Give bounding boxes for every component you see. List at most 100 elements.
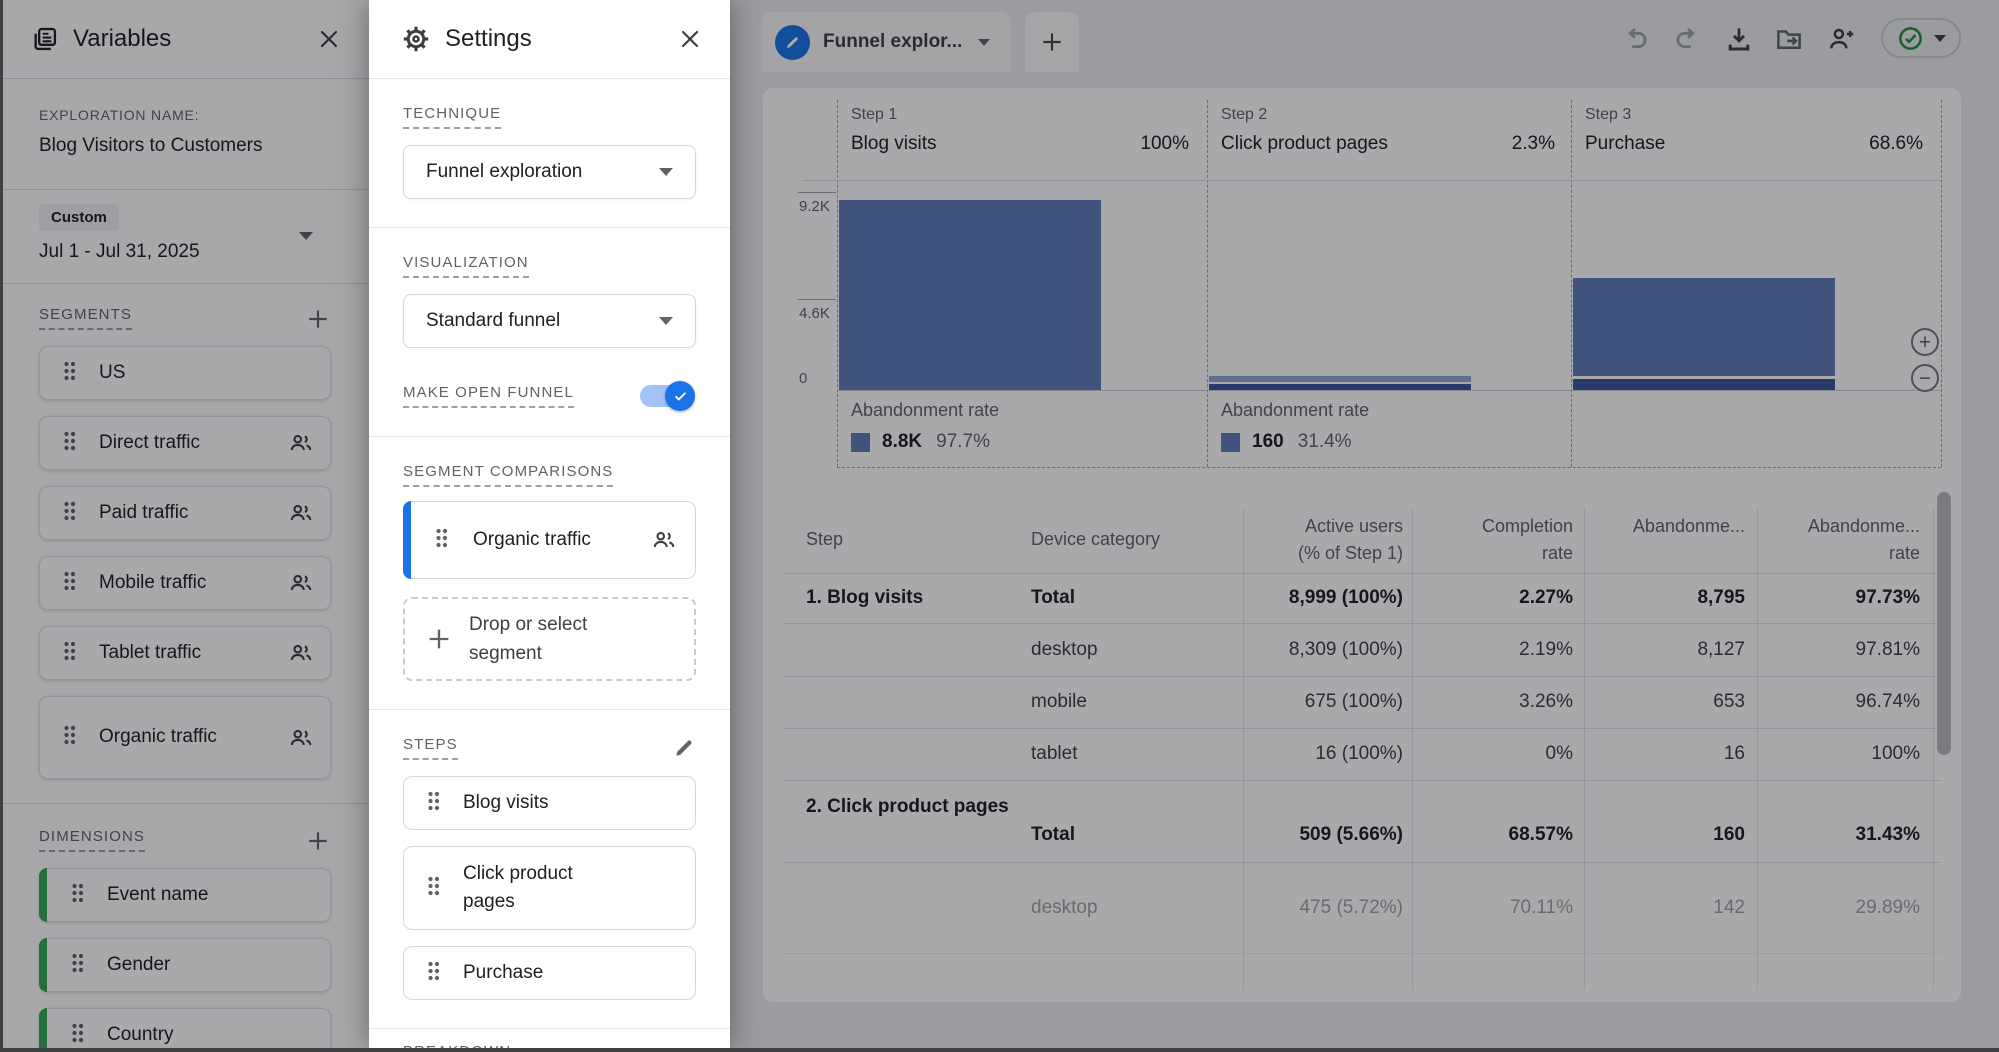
cell-device: mobile xyxy=(1031,676,1087,728)
funnel-bar-step1[interactable] xyxy=(839,200,1101,390)
legend-swatch xyxy=(851,433,870,452)
add-segment-icon[interactable] xyxy=(305,306,331,332)
comparison-card-organic-traffic[interactable]: Organic traffic xyxy=(403,501,696,579)
cell-step: 2. Click product pages xyxy=(806,792,1016,821)
funnel-bar-step3[interactable] xyxy=(1573,278,1835,376)
share-add-user-icon[interactable] xyxy=(1823,20,1861,58)
step-label: Blog visits xyxy=(463,792,549,814)
segment-card-paid-traffic[interactable]: Paid traffic xyxy=(39,486,331,540)
visualization-select[interactable]: Standard funnel xyxy=(403,294,696,348)
segment-card-direct-traffic[interactable]: Direct traffic xyxy=(39,416,331,470)
segment-label: Tablet traffic xyxy=(99,642,201,664)
cell-abandonment-rate: 31.43% xyxy=(1856,824,1920,846)
step-label: Click product pages xyxy=(463,860,623,917)
drag-handle-icon[interactable] xyxy=(62,639,77,668)
download-icon[interactable] xyxy=(1720,20,1758,58)
col-header-abandonments: Abandonme... xyxy=(1633,513,1745,540)
cell-completion: 2.19% xyxy=(1519,623,1573,676)
abandonment-label: Abandonment rate xyxy=(1221,400,1369,421)
drag-handle-icon[interactable] xyxy=(426,789,441,818)
dimension-label: Country xyxy=(107,1024,174,1046)
dimension-label: Event name xyxy=(107,884,208,906)
col-header-step: Step xyxy=(806,526,843,553)
cell-abandonment-rate: 96.74% xyxy=(1856,676,1920,728)
add-dimension-icon[interactable] xyxy=(305,828,331,854)
open-funnel-toggle[interactable] xyxy=(640,385,692,407)
segment-card-mobile-traffic[interactable]: Mobile traffic xyxy=(39,556,331,610)
table-row: desktop 8,309 (100%) 2.19% 8,127 97.81% xyxy=(763,623,1961,676)
dimension-card-event-name[interactable]: Event name xyxy=(39,868,331,922)
drag-handle-icon[interactable] xyxy=(62,359,77,388)
cell-abandonments: 16 xyxy=(1724,728,1745,780)
drag-handle-icon[interactable] xyxy=(426,874,441,903)
segment-card-tablet-traffic[interactable]: Tablet traffic xyxy=(39,626,331,680)
dimension-card-country[interactable]: Country xyxy=(39,1008,331,1048)
step-name: Blog visits xyxy=(851,133,937,155)
funnel-bar-step2-dark[interactable] xyxy=(1209,384,1471,390)
dimensions-label: DIMENSIONS xyxy=(39,828,145,852)
drag-handle-icon[interactable] xyxy=(426,959,441,988)
redo-icon[interactable] xyxy=(1668,20,1706,58)
close-settings-icon[interactable] xyxy=(674,23,706,55)
table-scrollbar-thumb[interactable] xyxy=(1937,492,1951,755)
cell-step: 1. Blog visits xyxy=(806,573,923,623)
close-variables-icon[interactable] xyxy=(313,23,345,55)
y-tick xyxy=(798,192,836,193)
drag-handle-icon[interactable] xyxy=(62,723,77,752)
drop-segment-label: Drop or select segment xyxy=(469,610,629,669)
drag-handle-icon[interactable] xyxy=(434,526,449,555)
toggle-check-icon xyxy=(665,381,695,411)
check-circle-icon xyxy=(1897,25,1924,52)
step-pct: 68.6% xyxy=(1869,133,1923,155)
breakdown-section: BREAKDOWN xyxy=(369,1029,730,1048)
table-row: 1. Blog visits Total 8,999 (100%) 2.27% … xyxy=(763,573,1961,623)
cell-device: Total xyxy=(1031,824,1075,846)
variables-header: Variables xyxy=(3,0,369,79)
date-caret-icon[interactable] xyxy=(299,232,313,240)
segment-card-organic-traffic[interactable]: Organic traffic xyxy=(39,696,331,779)
export-folder-icon[interactable] xyxy=(1770,20,1808,58)
tab-pencil-icon xyxy=(775,25,810,60)
variables-icon xyxy=(31,25,59,53)
table-row: tablet 16 (100%) 0% 16 100% xyxy=(763,728,1961,780)
drag-handle-icon[interactable] xyxy=(70,951,85,980)
abandonment-value: 160 xyxy=(1252,431,1284,453)
step-card-blog-visits[interactable]: Blog visits xyxy=(403,776,696,830)
open-funnel-label: MAKE OPEN FUNNEL xyxy=(403,384,574,408)
zoom-in-button[interactable]: + xyxy=(1911,328,1939,356)
undo-icon[interactable] xyxy=(1617,20,1655,58)
tab-caret-icon[interactable] xyxy=(978,39,990,46)
settings-panel: Settings TECHNIQUE Funnel exploration VI… xyxy=(369,0,730,1048)
drag-handle-icon[interactable] xyxy=(70,881,85,910)
settings-header: Settings xyxy=(369,0,730,79)
exploration-name-value[interactable]: Blog Visitors to Customers xyxy=(39,135,333,157)
funnel-bar-step2-light[interactable] xyxy=(1209,376,1471,382)
drag-handle-icon[interactable] xyxy=(62,569,77,598)
technique-select[interactable]: Funnel exploration xyxy=(403,145,696,199)
zoom-out-button[interactable]: − xyxy=(1911,364,1939,392)
saved-status-button[interactable] xyxy=(1881,18,1961,58)
drag-handle-icon[interactable] xyxy=(70,1021,85,1049)
date-range-section[interactable]: Custom Jul 1 - Jul 31, 2025 xyxy=(3,190,369,284)
step-card-purchase[interactable]: Purchase xyxy=(403,946,696,1000)
people-icon xyxy=(288,430,314,456)
status-caret-icon[interactable] xyxy=(1934,35,1946,42)
dimension-card-gender[interactable]: Gender xyxy=(39,938,331,992)
step-number: Step 1 xyxy=(851,106,1189,124)
tab-funnel-exploration[interactable]: Funnel explor... xyxy=(761,12,1011,72)
drop-segment-zone[interactable]: Drop or select segment xyxy=(403,597,696,681)
edit-steps-pencil-icon[interactable] xyxy=(672,736,696,760)
people-icon xyxy=(288,725,314,751)
open-funnel-row: MAKE OPEN FUNNEL xyxy=(403,384,696,408)
funnel-bar-step3-dark[interactable] xyxy=(1573,379,1835,390)
drag-handle-icon[interactable] xyxy=(62,499,77,528)
visualization-label: VISUALIZATION xyxy=(403,254,529,278)
people-icon xyxy=(288,500,314,526)
segment-card-us[interactable]: US xyxy=(39,346,331,400)
step-card-click-product-pages[interactable]: Click product pages xyxy=(403,846,696,930)
drag-handle-icon[interactable] xyxy=(62,429,77,458)
add-tab-button[interactable] xyxy=(1025,12,1079,72)
y-tick-label: 0 xyxy=(799,370,807,387)
col-header-abandonment-rate: Abandonme...rate xyxy=(1808,513,1920,567)
cell-completion: 2.27% xyxy=(1519,573,1573,623)
